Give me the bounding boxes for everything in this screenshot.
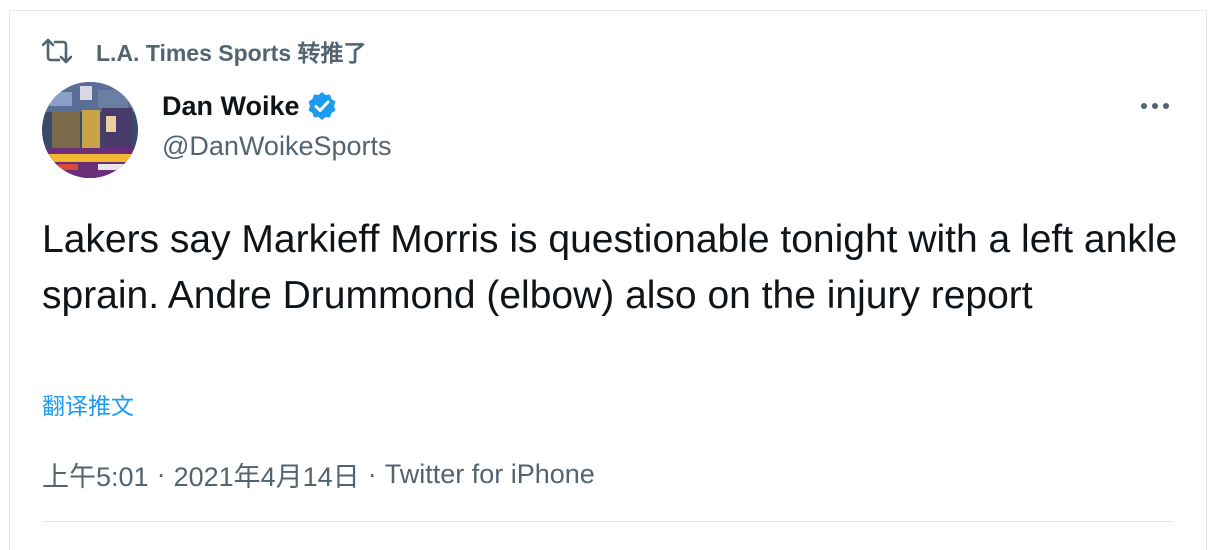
author-name[interactable]: Dan Woike <box>162 91 300 122</box>
author-row[interactable]: Dan Woike <box>162 88 338 124</box>
retweet-label: L.A. Times Sports 转推了 <box>96 40 367 66</box>
meta-separator: · <box>156 459 166 489</box>
author-handle[interactable]: @DanWoikeSports <box>162 131 392 162</box>
meta-separator: · <box>367 459 377 489</box>
more-options-icon[interactable] <box>1138 94 1174 118</box>
avatar[interactable] <box>42 82 138 178</box>
tweet-time[interactable]: 上午5:01 <box>42 455 149 494</box>
verified-badge-icon <box>306 90 338 122</box>
tweet-meta: 上午5:01 · 2021年4月14日 · Twitter for iPhone <box>42 455 595 494</box>
tweet-source[interactable]: Twitter for iPhone <box>385 459 595 490</box>
tweet-date[interactable]: 2021年4月14日 <box>174 455 360 494</box>
retweet-icon <box>41 38 73 64</box>
divider <box>42 521 1174 522</box>
translate-tweet-link[interactable]: 翻译推文 <box>42 387 134 421</box>
tweet-text: Lakers say Markieff Morris is questionab… <box>42 218 1178 317</box>
retweet-indicator[interactable]: L.A. Times Sports 转推了 <box>41 36 367 66</box>
